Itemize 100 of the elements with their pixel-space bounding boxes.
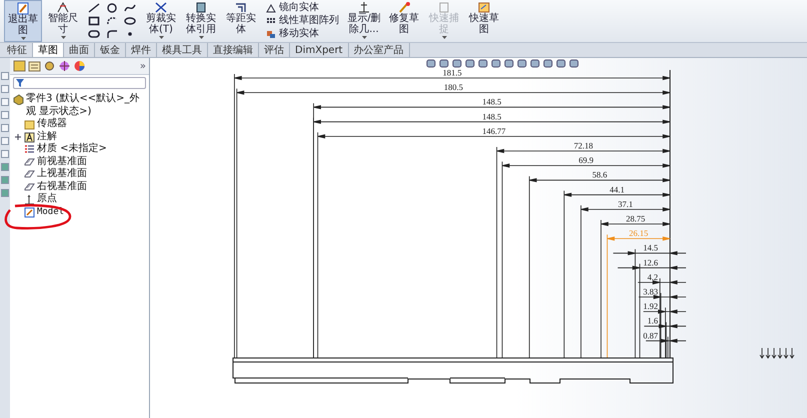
dimension-value[interactable]: 14.5	[643, 242, 658, 253]
dimension-value[interactable]: 148.5	[482, 96, 502, 107]
pencil-star-icon	[397, 1, 411, 14]
expand-icon[interactable]	[14, 134, 21, 140]
dimension-value[interactable]: 180.5	[444, 82, 463, 92]
dimension-line[interactable]	[502, 164, 670, 168]
ribbon-button[interactable]: 显示/删除几...	[345, 0, 383, 42]
ribbon-tab[interactable]: 直接编辑	[208, 43, 259, 57]
quick-sketch-icon	[477, 1, 491, 14]
dimension-line[interactable]	[580, 207, 670, 212]
ribbon-tab[interactable]: 曲面	[64, 43, 95, 57]
dimension-line[interactable]	[617, 266, 686, 270]
caret-icon	[158, 36, 164, 39]
dimension-line[interactable]	[496, 148, 670, 153]
ellipse-icon[interactable]	[124, 16, 136, 26]
dimension-value[interactable]: 4.2	[647, 272, 658, 282]
list-tab-icon[interactable]	[28, 60, 41, 72]
spline-icon[interactable]	[124, 3, 136, 13]
dimension-line[interactable]	[528, 178, 670, 182]
dimension-line[interactable]	[643, 310, 686, 314]
plane-icon	[24, 169, 35, 180]
pencil-sheet-icon	[16, 2, 30, 15]
dimension-line[interactable]	[612, 251, 686, 256]
scissors-icon	[154, 1, 168, 14]
crosshair-tab-icon[interactable]	[58, 60, 71, 72]
color-wheel-icon[interactable]	[72, 60, 86, 72]
ribbon-button[interactable]: 转换实体引用	[182, 0, 220, 42]
ribbon-button[interactable]: 退出草图	[4, 0, 42, 42]
dimension-line[interactable]	[313, 105, 670, 110]
dimension-value[interactable]: 69.9	[578, 155, 594, 166]
tree-item[interactable]: 零件3 (默认<<默认>_外观 显示状态>)	[26, 93, 144, 118]
dimension-line[interactable]	[644, 324, 686, 328]
tree-item[interactable]: 传感器	[36, 118, 67, 130]
offset-lines-icon	[234, 1, 248, 14]
dimension-value[interactable]: 3.83	[643, 286, 658, 296]
ribbon-tab[interactable]: 焊件	[126, 43, 157, 57]
rectangle-icon[interactable]	[88, 16, 100, 26]
dimension-line[interactable]	[234, 76, 670, 80]
ribbon-button[interactable]: 剪裁实体(T)	[142, 0, 180, 42]
fillet-icon[interactable]	[106, 29, 118, 39]
filter-icon	[16, 79, 24, 87]
tree-item[interactable]: 前视基准面	[36, 156, 87, 168]
dimension-line[interactable]	[638, 280, 686, 284]
more-button[interactable]: »	[140, 60, 146, 72]
tree-item[interactable]: 原点	[36, 193, 57, 206]
dimension-value[interactable]: 28.75	[626, 214, 646, 224]
ribbon-tab[interactable]: DimXpert	[290, 43, 349, 57]
dimension-value[interactable]: 44.1	[610, 184, 625, 194]
ribbon-tab[interactable]: 模具工具	[157, 43, 208, 57]
dimension-value[interactable]: 12.6	[643, 257, 658, 268]
caret-icon	[20, 37, 26, 40]
ribbon-tab[interactable]: 评估	[259, 43, 290, 57]
circle-icon[interactable]	[106, 3, 118, 13]
ribbon-tab[interactable]: 办公室产品	[348, 43, 410, 57]
caret-icon	[198, 36, 204, 39]
dimension-line[interactable]	[317, 134, 670, 138]
caret-icon	[442, 36, 446, 39]
dimension-value[interactable]: 37.1	[618, 198, 633, 209]
line-icon[interactable]	[88, 3, 100, 13]
dimension-value[interactable]: 0.87	[643, 330, 658, 340]
ribbon-tab[interactable]: 草图	[33, 43, 64, 57]
material-icon	[24, 144, 35, 155]
tree-item[interactable]: 上视基准面	[36, 168, 87, 180]
dimension-value[interactable]: 58.6	[592, 170, 608, 180]
dimension-value[interactable]: 146.77	[482, 126, 506, 136]
caret-icon	[362, 36, 366, 39]
triangle-icon	[266, 4, 276, 12]
arrow-markers-drawing	[760, 348, 794, 359]
sensor-icon	[24, 119, 35, 130]
dimension-value[interactable]: 1.6	[647, 316, 658, 326]
ribbon-tab[interactable]: 钣金	[95, 43, 126, 57]
ribbon-button[interactable]: 修复草图	[385, 0, 423, 42]
filter-field[interactable]	[12, 77, 146, 89]
dimension-line[interactable]	[236, 90, 670, 95]
dimension-value[interactable]: 181.5	[442, 68, 462, 78]
tree-item[interactable]: 右视基准面	[36, 180, 87, 193]
plane-icon	[24, 182, 35, 192]
caret-icon	[60, 36, 66, 39]
ribbon-button[interactable]: 等距实体	[222, 0, 260, 42]
tree-tab-icon[interactable]	[12, 60, 26, 72]
tree-item[interactable]: Model	[36, 206, 64, 218]
annotation-icon	[24, 132, 35, 142]
slot-icon[interactable]	[88, 29, 100, 39]
ribbon-button[interactable]: 移动实体	[266, 28, 339, 40]
arc-icon[interactable]	[106, 16, 118, 26]
dimension-line[interactable]	[564, 192, 670, 197]
ribbon-button[interactable]: 镜向实体	[266, 2, 339, 14]
dimension-value[interactable]: 1.92	[643, 301, 658, 312]
tree-item[interactable]: 材质 <未指定>	[36, 143, 107, 156]
dimension-icon	[56, 1, 70, 14]
ribbon-button[interactable]: 线性草图阵列	[266, 15, 339, 27]
dimension-value[interactable]: 72.18	[574, 140, 593, 150]
dimension-value[interactable]: 148.5	[482, 111, 502, 122]
tree-item[interactable]: 注解	[36, 130, 57, 143]
dimension-line[interactable]	[600, 222, 670, 226]
dimension-line[interactable]	[313, 120, 670, 124]
dimension-line[interactable]	[638, 294, 686, 299]
ribbon-button[interactable]: 快速草图	[465, 0, 503, 42]
ribbon-button[interactable]: 智能尺寸	[44, 0, 82, 42]
dimension-line[interactable]	[646, 338, 686, 343]
